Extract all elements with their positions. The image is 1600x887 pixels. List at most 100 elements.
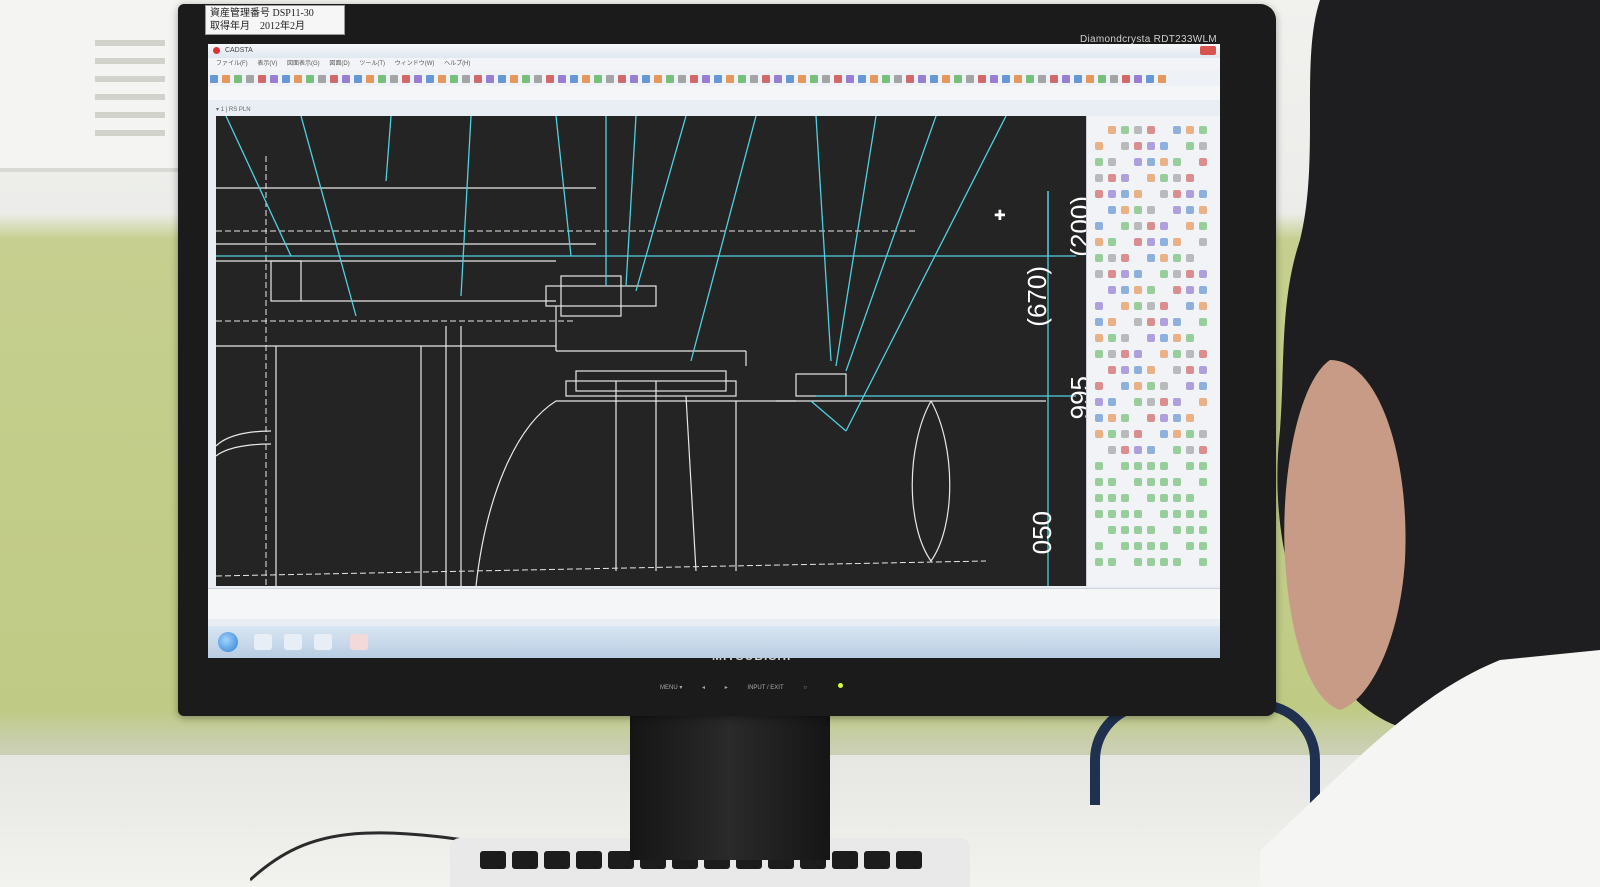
toolbar-tool-icon[interactable] <box>882 75 890 83</box>
palette-tool-icon[interactable] <box>1173 366 1181 374</box>
menu-display[interactable]: 図面表示(G) <box>287 61 320 67</box>
taskbar-ie-icon[interactable] <box>254 634 272 650</box>
palette-tool-icon[interactable] <box>1160 254 1168 262</box>
palette-tool-icon[interactable] <box>1160 510 1168 518</box>
palette-tool-icon[interactable] <box>1134 446 1142 454</box>
palette-tool-icon[interactable] <box>1108 190 1116 198</box>
palette-tool-icon[interactable] <box>1199 350 1207 358</box>
input-exit-button[interactable]: INPUT / EXIT <box>747 685 783 691</box>
palette-tool-icon[interactable] <box>1134 286 1142 294</box>
palette-tool-icon[interactable] <box>1147 334 1155 342</box>
palette-tool-icon[interactable] <box>1108 270 1116 278</box>
palette-tool-icon[interactable] <box>1134 142 1142 150</box>
toolbar-tool-icon[interactable] <box>606 75 614 83</box>
palette-tool-icon[interactable] <box>1134 190 1142 198</box>
palette-tool-icon[interactable] <box>1199 558 1207 566</box>
palette-tool-icon[interactable] <box>1160 478 1168 486</box>
palette-tool-icon[interactable] <box>1134 382 1142 390</box>
palette-tool-icon[interactable] <box>1134 462 1142 470</box>
palette-tool-icon[interactable] <box>1134 558 1142 566</box>
palette-tool-icon[interactable] <box>1186 414 1194 422</box>
palette-tool-icon[interactable] <box>1108 494 1116 502</box>
palette-tool-icon[interactable] <box>1095 270 1103 278</box>
palette-tool-icon[interactable] <box>1134 302 1142 310</box>
toolbar-tool-icon[interactable] <box>894 75 902 83</box>
palette-tool-icon[interactable] <box>1160 462 1168 470</box>
toolbar-tool-icon[interactable] <box>918 75 926 83</box>
palette-tool-icon[interactable] <box>1173 126 1181 134</box>
palette-tool-icon[interactable] <box>1173 238 1181 246</box>
toolbar-tool-icon[interactable] <box>378 75 386 83</box>
menu-file[interactable]: ファイル(F) <box>216 61 248 67</box>
toolbar-tool-icon[interactable] <box>702 75 710 83</box>
palette-tool-icon[interactable] <box>1173 446 1181 454</box>
palette-tool-icon[interactable] <box>1160 542 1168 550</box>
menu-drawing[interactable]: 図面(D) <box>329 61 349 67</box>
palette-tool-icon[interactable] <box>1160 302 1168 310</box>
palette-tool-icon[interactable] <box>1186 302 1194 310</box>
palette-tool-icon[interactable] <box>1121 206 1129 214</box>
left-button[interactable]: ◂ <box>702 685 705 691</box>
palette-tool-icon[interactable] <box>1147 206 1155 214</box>
palette-tool-icon[interactable] <box>1186 270 1194 278</box>
toolbar-tool-icon[interactable] <box>690 75 698 83</box>
palette-tool-icon[interactable] <box>1095 382 1103 390</box>
palette-tool-icon[interactable] <box>1134 510 1142 518</box>
palette-tool-icon[interactable] <box>1147 238 1155 246</box>
palette-tool-icon[interactable] <box>1095 350 1103 358</box>
palette-tool-icon[interactable] <box>1186 190 1194 198</box>
palette-tool-icon[interactable] <box>1173 206 1181 214</box>
palette-tool-icon[interactable] <box>1095 494 1103 502</box>
palette-tool-icon[interactable] <box>1147 366 1155 374</box>
palette-tool-icon[interactable] <box>1095 414 1103 422</box>
palette-tool-icon[interactable] <box>1134 542 1142 550</box>
palette-tool-icon[interactable] <box>1199 302 1207 310</box>
palette-tool-icon[interactable] <box>1173 286 1181 294</box>
toolbar-tool-icon[interactable] <box>390 75 398 83</box>
palette-tool-icon[interactable] <box>1173 350 1181 358</box>
toolbar-tool-icon[interactable] <box>738 75 746 83</box>
taskbar-explorer-icon[interactable] <box>284 634 302 650</box>
palette-tool-icon[interactable] <box>1173 254 1181 262</box>
palette-tool-icon[interactable] <box>1108 174 1116 182</box>
toolbar-tool-icon[interactable] <box>270 75 278 83</box>
palette-tool-icon[interactable] <box>1095 174 1103 182</box>
toolbar-tool-icon[interactable] <box>246 75 254 83</box>
palette-tool-icon[interactable] <box>1173 158 1181 166</box>
palette-tool-icon[interactable] <box>1121 286 1129 294</box>
toolbar-tool-icon[interactable] <box>474 75 482 83</box>
palette-tool-icon[interactable] <box>1147 302 1155 310</box>
toolbar-tool-icon[interactable] <box>930 75 938 83</box>
palette-tool-icon[interactable] <box>1121 494 1129 502</box>
palette-tool-icon[interactable] <box>1160 238 1168 246</box>
toolbar-tool-icon[interactable] <box>462 75 470 83</box>
toolbar-tool-icon[interactable] <box>222 75 230 83</box>
palette-tool-icon[interactable] <box>1186 126 1194 134</box>
toolbar-tool-icon[interactable] <box>570 75 578 83</box>
toolbar-tool-icon[interactable] <box>426 75 434 83</box>
palette-tool-icon[interactable] <box>1199 382 1207 390</box>
palette-tool-icon[interactable] <box>1108 206 1116 214</box>
palette-tool-icon[interactable] <box>1147 286 1155 294</box>
palette-tool-icon[interactable] <box>1147 446 1155 454</box>
taskbar-media-icon[interactable] <box>314 634 332 650</box>
toolbar-tool-icon[interactable] <box>666 75 674 83</box>
palette-tool-icon[interactable] <box>1121 270 1129 278</box>
toolbar-tool-icon[interactable] <box>966 75 974 83</box>
palette-tool-icon[interactable] <box>1173 478 1181 486</box>
palette-tool-icon[interactable] <box>1199 142 1207 150</box>
power-button[interactable]: ○ <box>803 685 807 691</box>
toolbar-tool-icon[interactable] <box>1002 75 1010 83</box>
palette-tool-icon[interactable] <box>1199 398 1207 406</box>
toolbar-tool-icon[interactable] <box>582 75 590 83</box>
toolbar-tool-icon[interactable] <box>1074 75 1082 83</box>
drawing-tab[interactable]: ▾ 1 | RS PLN <box>216 106 1086 116</box>
toolbar-tool-icon[interactable] <box>486 75 494 83</box>
palette-tool-icon[interactable] <box>1121 334 1129 342</box>
palette-tool-icon[interactable] <box>1199 446 1207 454</box>
palette-tool-icon[interactable] <box>1095 222 1103 230</box>
toolbar-tool-icon[interactable] <box>774 75 782 83</box>
toolbar-tool-icon[interactable] <box>714 75 722 83</box>
palette-tool-icon[interactable] <box>1186 382 1194 390</box>
toolbar-tool-icon[interactable] <box>414 75 422 83</box>
